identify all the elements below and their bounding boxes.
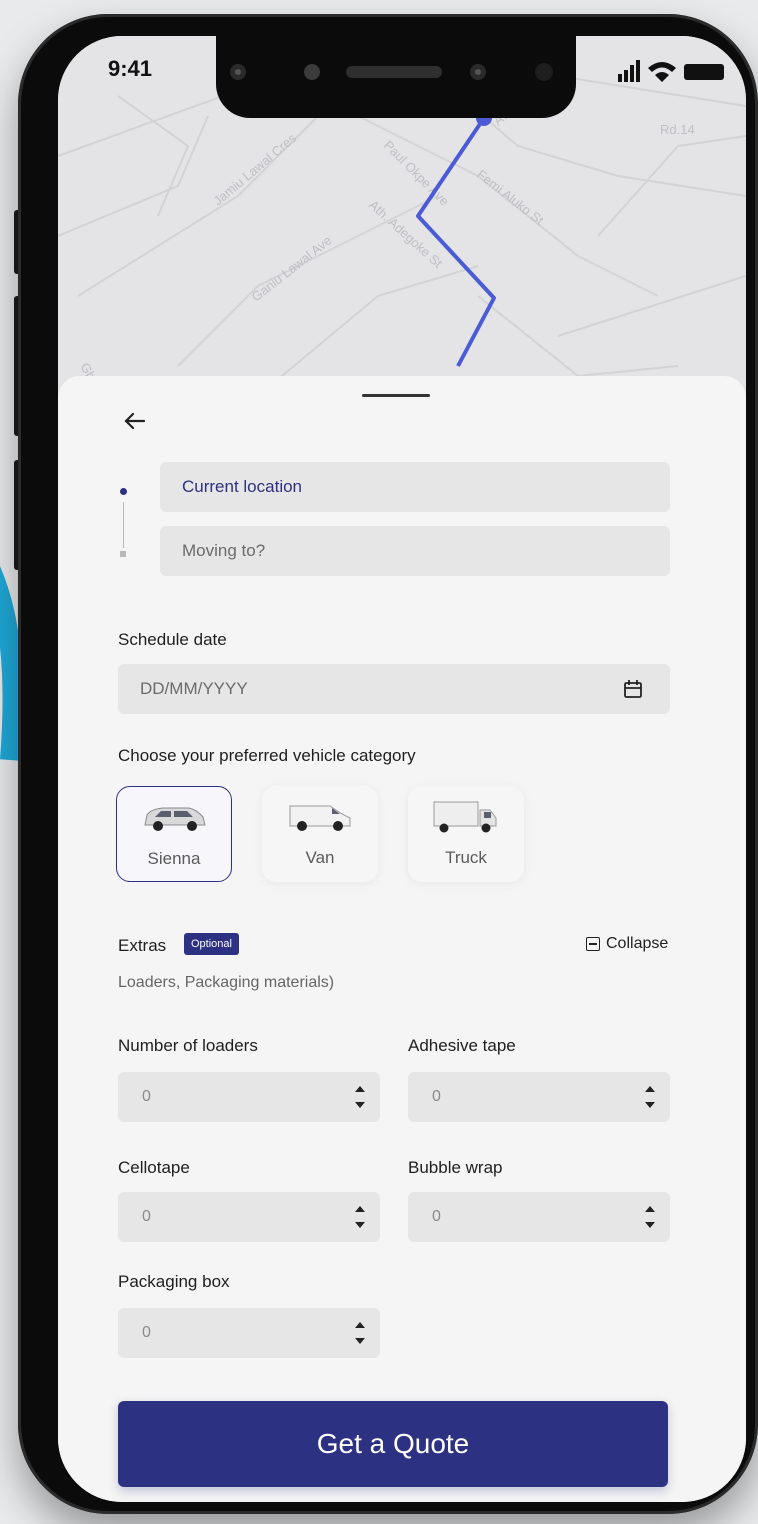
vehicle-option-van[interactable]: Van: [262, 786, 378, 882]
van-icon: [289, 805, 351, 831]
bubble-wrap-stepper[interactable]: 0: [408, 1192, 670, 1242]
vehicle-label: Sienna: [147, 849, 201, 868]
collapse-label: Collapse: [606, 935, 669, 952]
street-label: Femi Aluko St: [474, 167, 547, 228]
schedule-date-input[interactable]: DD/MM/YYYY: [118, 664, 670, 714]
get-quote-button[interactable]: Get a Quote: [118, 1401, 668, 1487]
stepper-arrows-icon[interactable]: [354, 1202, 366, 1232]
street-label: Ganiu Lawal Ave: [249, 233, 335, 305]
stepper-arrows-icon[interactable]: [644, 1202, 656, 1232]
optional-badge: Optional: [184, 933, 239, 955]
extras-label: Extras: [118, 936, 167, 955]
quote-form-sheet: Current location Moving to? Schedule dat…: [58, 376, 746, 1502]
stepper-value: 0: [142, 1088, 151, 1105]
stepper-arrows-icon[interactable]: [354, 1318, 366, 1348]
origin-dot-icon: [120, 488, 127, 495]
field-label: Number of loaders: [118, 1036, 258, 1055]
field-label: Packaging box: [118, 1272, 230, 1291]
destination-input[interactable]: Moving to?: [160, 526, 670, 576]
route-path: [416, 116, 496, 367]
collapse-button[interactable]: Collapse: [586, 935, 668, 953]
phone-screen: Jamiu Lawal Cres Paul Okpe Ave Femi Aluk…: [58, 36, 746, 1502]
status-time: 9:41: [108, 56, 153, 81]
cellotape-stepper[interactable]: 0: [118, 1192, 380, 1242]
route-connector: [123, 502, 124, 548]
field-label: Adhesive tape: [408, 1036, 516, 1055]
stepper-arrows-icon[interactable]: [354, 1082, 366, 1112]
adhesive-tape-stepper[interactable]: 0: [408, 1072, 670, 1122]
notch-sensors: [230, 63, 553, 81]
wifi-icon: [648, 62, 676, 82]
battery-icon: [684, 64, 724, 80]
field-label: Bubble wrap: [408, 1158, 503, 1177]
schedule-date-placeholder: DD/MM/YYYY: [140, 679, 248, 698]
phone-notch: [216, 36, 576, 118]
calendar-icon[interactable]: [622, 678, 644, 700]
street-label: Paul Okpe Ave: [381, 138, 452, 209]
loaders-stepper[interactable]: 0: [118, 1072, 380, 1122]
packaging-box-stepper[interactable]: 0: [118, 1308, 380, 1358]
vehicle-category-label: Choose your preferred vehicle category: [118, 746, 416, 765]
schedule-date-label: Schedule date: [118, 630, 227, 649]
vehicle-label: Truck: [445, 848, 487, 867]
extras-description: Loaders, Packaging materials): [118, 974, 335, 991]
back-arrow-icon[interactable]: [120, 406, 150, 436]
stepper-arrows-icon[interactable]: [644, 1082, 656, 1112]
truck-icon: [433, 801, 497, 833]
vehicle-option-truck[interactable]: Truck: [408, 786, 524, 882]
current-location-input[interactable]: Current location: [160, 462, 670, 512]
destination-square-icon: [120, 551, 126, 557]
stepper-value: 0: [142, 1324, 151, 1341]
street-label: Jamiu Lawal Cres: [210, 130, 299, 208]
vehicle-label: Van: [305, 848, 335, 867]
status-icons: [618, 60, 724, 82]
current-location-text: Current location: [182, 477, 303, 496]
stepper-value: 0: [142, 1208, 151, 1225]
stepper-value: 0: [432, 1088, 441, 1105]
stepper-value: 0: [432, 1208, 441, 1225]
phone-frame: Jamiu Lawal Cres Paul Okpe Ave Femi Aluk…: [18, 14, 758, 1514]
sheet-drag-handle[interactable]: [362, 394, 430, 397]
signal-icon: [618, 60, 640, 82]
field-label: Cellotape: [118, 1158, 190, 1177]
vehicle-option-sienna[interactable]: Sienna: [116, 786, 232, 882]
street-label: Rd.14: [660, 122, 695, 137]
minivan-icon: [144, 807, 206, 831]
destination-placeholder: Moving to?: [182, 541, 266, 560]
collapse-icon: [586, 937, 600, 951]
